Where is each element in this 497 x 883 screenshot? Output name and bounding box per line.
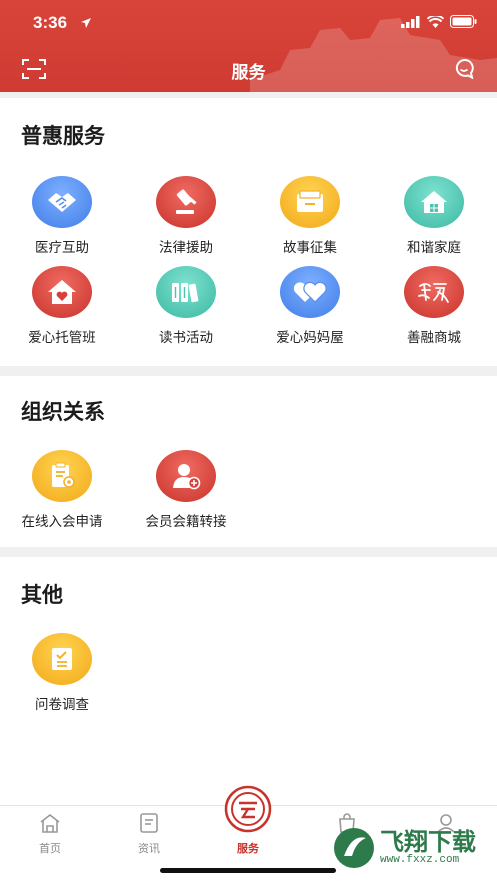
- tab-label: 资讯: [138, 842, 160, 855]
- service-label: 法律援助: [159, 240, 213, 256]
- user-add-icon: [173, 464, 201, 490]
- tab-news[interactable]: 资讯: [99, 812, 199, 856]
- section-organization: 组织关系 在线入会申请 会员会籍转接: [0, 376, 497, 547]
- page-title: 服务: [231, 63, 266, 83]
- section-other: 其他 问卷调查: [0, 557, 497, 805]
- wifi-icon: [427, 15, 444, 28]
- section-inclusive-services: 普惠服务 医疗互助 法律援助 故事征集 和谐家庭 爱心托管班 读书活动 爱心妈妈…: [0, 98, 497, 366]
- home-icon: [40, 813, 60, 833]
- watermark: 飞翔下载 www.fxxz.com: [332, 823, 490, 873]
- tab-service[interactable]: 服务: [198, 784, 298, 856]
- service-survey[interactable]: 问卷调查: [7, 633, 117, 713]
- gavel-icon: [176, 189, 197, 214]
- service-icon: [224, 785, 272, 833]
- tab-home[interactable]: 首页: [0, 812, 100, 856]
- section-title: 组织关系: [21, 400, 105, 424]
- service-mothers-room[interactable]: 爱心妈妈屋: [255, 266, 365, 346]
- clipboard-icon: [52, 462, 75, 488]
- status-bar: 3:36: [0, 0, 497, 46]
- service-label: 爱心妈妈屋: [276, 330, 344, 346]
- service-label: 问卷调查: [35, 697, 89, 713]
- handshake-icon: [48, 193, 76, 212]
- watermark-name: 飞翔下载: [380, 827, 476, 856]
- service-label: 在线入会申请: [21, 514, 103, 530]
- service-shanrong-mall[interactable]: 善融商城: [379, 266, 489, 346]
- service-label: 医疗互助: [35, 240, 89, 256]
- nav-bar: 服务: [0, 46, 497, 92]
- section-title: 普惠服务: [21, 124, 105, 148]
- status-time: 3:36: [33, 13, 68, 32]
- service-label: 爱心托管班: [28, 330, 96, 346]
- service-label: 和谐家庭: [407, 240, 461, 256]
- service-harmonious-family[interactable]: 和谐家庭: [379, 176, 489, 256]
- service-label: 故事征集: [283, 240, 337, 256]
- home-indicator: [160, 868, 336, 873]
- service-online-join[interactable]: 在线入会申请: [7, 450, 117, 530]
- message-icon[interactable]: [453, 58, 475, 80]
- service-reading[interactable]: 读书活动: [131, 266, 241, 346]
- location-arrow-icon: [81, 18, 91, 28]
- service-medical-aid[interactable]: 医疗互助: [7, 176, 117, 256]
- service-membership-transfer[interactable]: 会员会籍转接: [131, 450, 241, 530]
- envelope-icon: [297, 190, 323, 212]
- house-icon: [421, 191, 447, 213]
- service-story-collection[interactable]: 故事征集: [255, 176, 365, 256]
- status-icons: [401, 15, 477, 28]
- service-label: 会员会籍转接: [145, 514, 227, 530]
- news-icon: [140, 813, 158, 833]
- books-icon: [172, 283, 199, 303]
- watermark-logo-icon: [334, 828, 374, 868]
- service-label: 读书活动: [159, 330, 213, 346]
- header: 3:36 服务: [0, 0, 497, 92]
- service-label: 善融商城: [407, 330, 461, 346]
- section-title: 其他: [21, 583, 63, 607]
- hearts-icon: [293, 281, 327, 303]
- checklist-icon: [52, 648, 72, 670]
- heart-house-icon: [48, 280, 76, 304]
- shanrong-logo-icon: [418, 283, 449, 303]
- tab-label: 服务: [237, 842, 259, 855]
- signal-icon: [401, 15, 420, 28]
- service-care-class[interactable]: 爱心托管班: [7, 266, 117, 346]
- service-legal-aid[interactable]: 法律援助: [131, 176, 241, 256]
- watermark-url: www.fxxz.com: [380, 853, 460, 866]
- tab-label: 首页: [39, 842, 61, 855]
- battery-icon: [450, 15, 477, 28]
